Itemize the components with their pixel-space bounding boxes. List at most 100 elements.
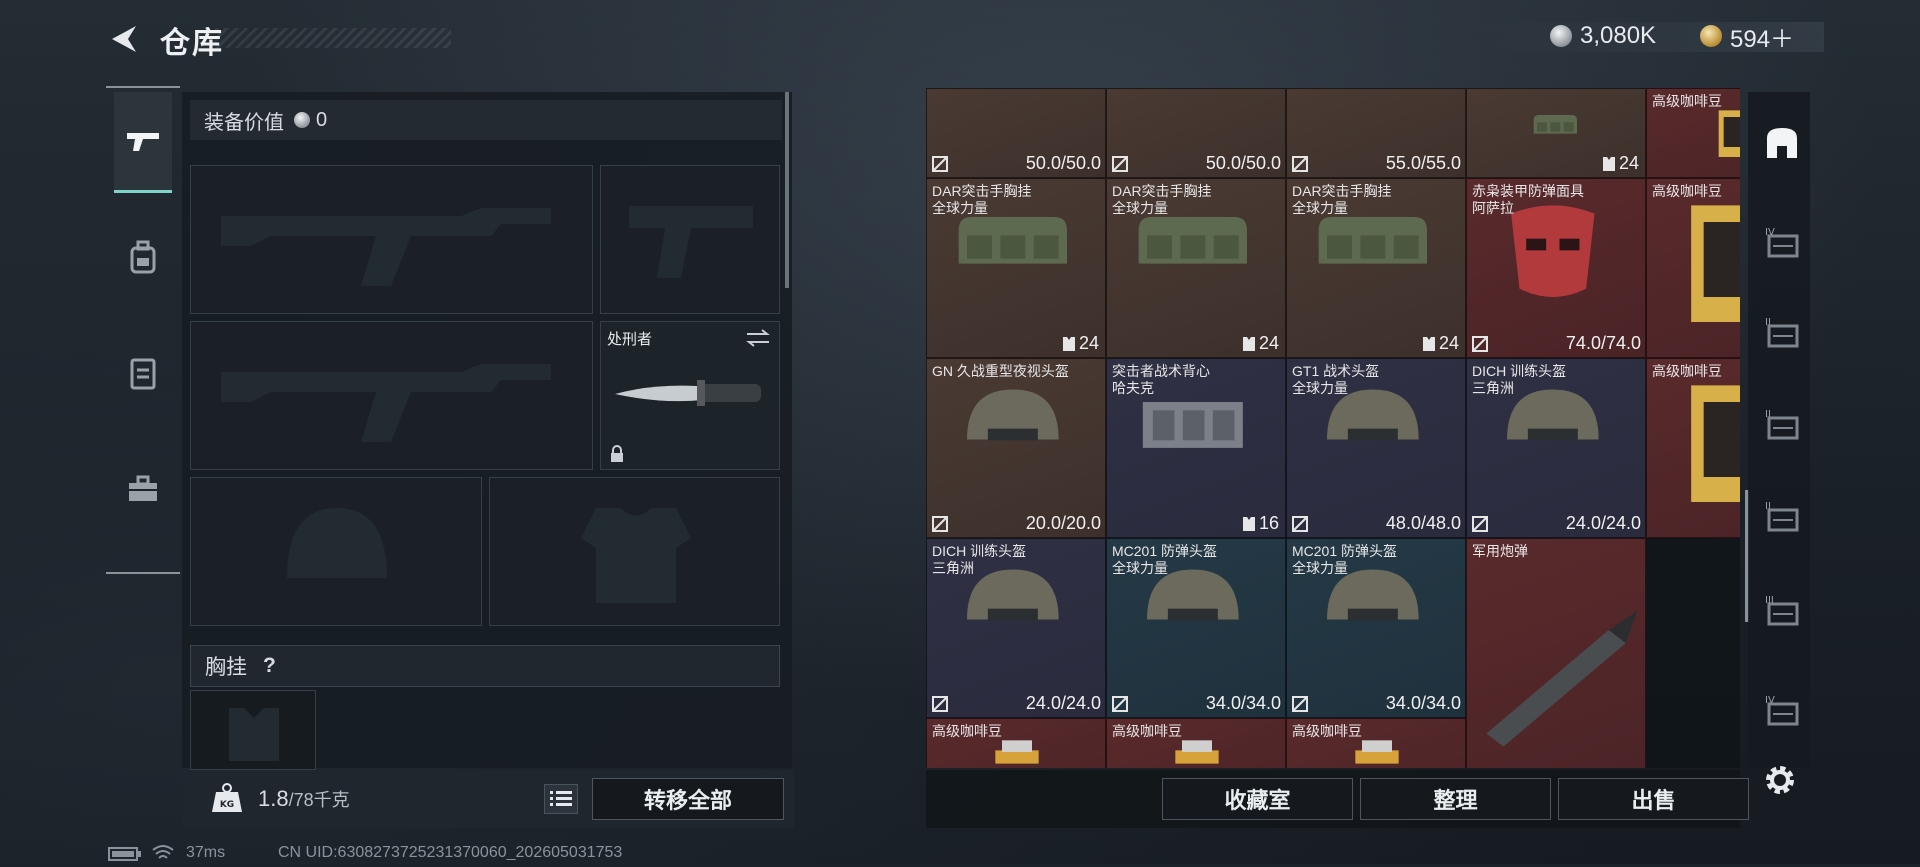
inventory-item[interactable]: 高级咖啡豆 <box>1646 88 1740 178</box>
helmet-item-icon <box>1507 389 1599 441</box>
storage-tab-7[interactable]: IV <box>1762 690 1802 730</box>
item-name: MC201 防弹头盔 全球力量 <box>1292 543 1398 576</box>
inventory-item[interactable]: DICH 训练头盔 三角洲 24.0/24.0 <box>926 538 1106 718</box>
inventory-item[interactable]: 军用炮弹 <box>1466 538 1646 768</box>
inventory-item[interactable]: 24 <box>1466 88 1646 178</box>
sell-button[interactable]: 出售 <box>1558 778 1749 820</box>
item-name: 高级咖啡豆 <box>1652 93 1722 109</box>
vest-item-icon <box>1142 402 1243 448</box>
helmet-item-icon <box>1147 569 1239 621</box>
inventory-item[interactable]: 突击者战术背心 哈夫克 16 <box>1106 358 1286 538</box>
chest-rig-slot[interactable] <box>190 690 316 770</box>
category-vest[interactable] <box>114 324 172 422</box>
inventory-item[interactable]: 高级咖啡豆 <box>1646 358 1740 538</box>
storage-tab-label: II <box>1765 409 1771 420</box>
storage-tab-2[interactable]: IV <box>1762 222 1802 262</box>
item-name: 高级咖啡豆 <box>1112 723 1182 739</box>
silver-currency[interactable]: 3,080K <box>1550 20 1656 52</box>
category-toolbox[interactable] <box>114 440 172 538</box>
durability-icon <box>1472 516 1488 532</box>
list-view-button[interactable] <box>544 784 578 814</box>
storage-tab-6[interactable]: III <box>1762 590 1802 630</box>
item-name: DAR突击手胸挂 全球力量 <box>1112 183 1212 216</box>
collection-room-button[interactable]: 收藏室 <box>1162 778 1353 820</box>
inventory-item[interactable]: 高级咖啡豆 <box>1646 178 1740 358</box>
lock-icon <box>611 445 623 462</box>
category-backpack[interactable] <box>114 208 172 306</box>
inventory-item[interactable]: 55.0/55.0 <box>1286 88 1466 178</box>
melee-slot[interactable]: 处刑者 <box>600 321 780 470</box>
item-stack: 16 <box>1242 513 1279 534</box>
weight-readout: 1.8/78千克 <box>258 786 350 812</box>
chest-rig-header[interactable]: 胸挂 ? <box>190 645 780 687</box>
equipment-scrollbar[interactable] <box>785 92 789 288</box>
storage-tab-label: III <box>1765 595 1774 606</box>
item-name: MC201 防弹头盔 全球力量 <box>1112 543 1218 576</box>
item-durability: 50.0/50.0 <box>1205 153 1281 173</box>
pistol-silhouette-icon <box>629 206 753 278</box>
gold-coin-icon <box>1700 25 1722 47</box>
shelf-iii-icon: III <box>1765 595 1799 626</box>
melee-label: 处刑者 <box>607 331 653 348</box>
storage-tab-5[interactable]: II <box>1762 496 1802 536</box>
svg-text:KG: KG <box>220 800 234 810</box>
helmet-item-icon <box>967 569 1059 621</box>
vest-small-icon <box>1422 336 1435 351</box>
item-stack: 24 <box>1602 153 1639 174</box>
sidearm-slot[interactable] <box>600 165 780 314</box>
inventory-item[interactable]: 高级咖啡豆 <box>926 718 1106 768</box>
storage-tab-label: IV <box>1765 695 1775 706</box>
vest-small-icon <box>1602 156 1615 171</box>
inventory-item[interactable]: MC201 防弹头盔 全球力量 34.0/34.0 <box>1286 538 1466 718</box>
pistol-icon <box>127 133 159 151</box>
storage-tab-label: IV <box>1765 227 1775 238</box>
storage-tab-4[interactable]: II <box>1762 404 1802 444</box>
durability-icon <box>1112 696 1128 712</box>
inventory-item[interactable]: 赤枭装甲防弹面具 阿萨拉 74.0/74.0 <box>1466 178 1646 358</box>
gold-amount: 594＋ <box>1730 25 1795 53</box>
inventory-item[interactable]: DAR突击手胸挂 全球力量 24 <box>926 178 1106 358</box>
item-stack-count: 24 <box>1618 153 1639 173</box>
helmet-slot[interactable] <box>190 477 482 626</box>
inventory-item[interactable]: DAR突击手胸挂 全球力量 24 <box>1286 178 1466 358</box>
durability-icon <box>1292 696 1308 712</box>
sort-button[interactable]: 整理 <box>1360 778 1551 820</box>
inventory-item[interactable]: DICH 训练头盔 三角洲 24.0/24.0 <box>1466 358 1646 538</box>
inventory-item[interactable]: 50.0/50.0 <box>1106 88 1286 178</box>
coffee-item-icon <box>1718 110 1740 157</box>
gear-icon <box>1766 766 1794 794</box>
inventory-item[interactable]: MC201 防弹头盔 全球力量 34.0/34.0 <box>1106 538 1286 718</box>
category-firearm[interactable] <box>114 92 172 193</box>
item-name: DICH 训练头盔 三角洲 <box>1472 363 1567 396</box>
armor-slot[interactable] <box>489 477 780 626</box>
chest-rig-label: 胸挂 <box>205 656 247 679</box>
toolbox-icon <box>129 475 157 501</box>
inventory-item[interactable]: GN 久战重型夜视头盔 20.0/20.0 <box>926 358 1106 538</box>
storage-tab-3[interactable]: II <box>1762 312 1802 352</box>
equipment-value-header: 装备价值 0 <box>190 100 782 140</box>
shelf-ii-b-icon: II <box>1765 409 1799 440</box>
shelf-iv-icon: IV <box>1765 227 1799 258</box>
gold-currency[interactable]: 594＋ <box>1700 20 1795 53</box>
inventory-item[interactable]: 50.0/50.0 <box>926 88 1106 178</box>
storage-tab-1[interactable] <box>1762 122 1802 162</box>
inventory-item[interactable]: 高级咖啡豆 <box>1106 718 1286 768</box>
helmet-item-icon <box>1327 569 1419 621</box>
primary-weapon-slot[interactable] <box>190 165 593 314</box>
inventory-item[interactable]: GT1 战术头盔 全球力量 48.0/48.0 <box>1286 358 1466 538</box>
bag-item-icon <box>1138 217 1247 264</box>
swap-icon[interactable] <box>745 328 771 348</box>
item-name: GN 久战重型夜视头盔 <box>932 363 1069 379</box>
durability-icon <box>932 156 948 172</box>
help-icon[interactable]: ? <box>263 654 276 678</box>
settings-button[interactable] <box>1762 762 1802 802</box>
transfer-all-button[interactable]: 转移全部 <box>592 778 784 820</box>
back-button[interactable] <box>106 22 140 56</box>
item-stack-count: 24 <box>1078 333 1099 353</box>
backpack-icon <box>130 240 156 274</box>
inventory-item[interactable]: DAR突击手胸挂 全球力量 24 <box>1106 178 1286 358</box>
inventory-item[interactable]: 高级咖啡豆 <box>1286 718 1466 768</box>
secondary-weapon-slot[interactable] <box>190 321 593 470</box>
item-durability: 24.0/24.0 <box>1025 693 1101 713</box>
storage-tab-label: II <box>1765 501 1771 512</box>
